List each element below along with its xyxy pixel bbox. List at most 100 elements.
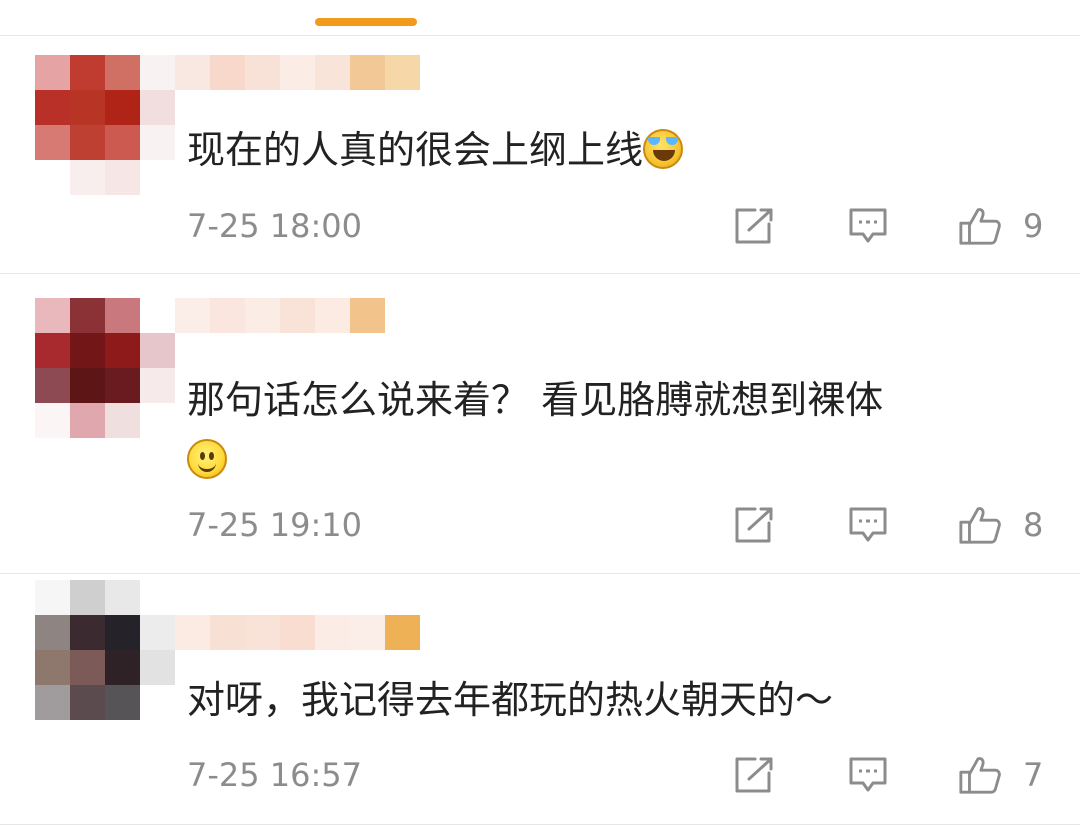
username-pixel: [210, 298, 245, 333]
avatar-pixel: [140, 650, 175, 685]
avatar-pixel: [35, 125, 70, 160]
username-pixel: [175, 55, 210, 90]
like-count: 7: [1023, 756, 1044, 794]
comment-text: 现在的人真的很会上纲上线: [187, 120, 1047, 180]
username-pixel: [245, 615, 280, 650]
avatar-pixel: [140, 125, 175, 160]
comment-text: 那句话怎么说来着？ 看见胳膊就想到裸体: [187, 370, 1047, 490]
avatar-pixel: [70, 368, 105, 403]
avatar-pixel: [70, 650, 105, 685]
avatar-pixel: [105, 615, 140, 650]
avatar-pixel: [70, 160, 105, 195]
avatar-pixel: [35, 403, 70, 438]
avatar-pixel: [105, 685, 140, 720]
orange-indicator: [315, 18, 417, 26]
username-pixel: [315, 615, 350, 650]
username-pixel: [350, 55, 385, 90]
avatar-pixel: [140, 403, 175, 438]
comment-icon[interactable]: [846, 505, 890, 545]
thumbs-up-icon[interactable]: [958, 505, 1002, 545]
avatar-pixel: [140, 298, 175, 333]
username-pixel: [385, 615, 420, 650]
avatar-pixel: [35, 298, 70, 333]
avatar-pixel: [70, 615, 105, 650]
avatar-pixel: [35, 368, 70, 403]
avatar-pixel: [35, 333, 70, 368]
avatar[interactable]: [35, 580, 175, 720]
comment-body: 现在的人真的很会上纲上线: [187, 128, 644, 172]
comment-icon[interactable]: [846, 206, 890, 246]
divider: [0, 273, 1080, 274]
avatar-pixel: [35, 650, 70, 685]
avatar-pixel: [105, 650, 140, 685]
comment-body: 那句话怎么说来着？ 看见胳膊就想到裸体: [187, 378, 884, 422]
comment-text: 对呀，我记得去年都玩的热火朝天的～: [187, 670, 1047, 730]
avatar-pixel: [105, 368, 140, 403]
username-pixel: [175, 615, 210, 650]
avatar-pixel: [105, 160, 140, 195]
avatar-pixel: [105, 403, 140, 438]
avatar-pixel: [140, 580, 175, 615]
comment-meta: 7-25 18:00 9: [187, 206, 1047, 246]
like-count: 9: [1023, 207, 1044, 245]
like-count: 8: [1023, 506, 1044, 544]
avatar-pixel: [70, 125, 105, 160]
username-pixel: [385, 55, 420, 90]
username-pixel: [280, 615, 315, 650]
username-pixel: [315, 55, 350, 90]
username-pixel: [245, 55, 280, 90]
divider: [0, 824, 1080, 825]
avatar-pixel: [35, 580, 70, 615]
thumbs-up-icon[interactable]: [958, 206, 1002, 246]
username-pixel: [280, 298, 315, 333]
avatar-pixel: [70, 685, 105, 720]
username-pixel: [210, 615, 245, 650]
avatar-pixel: [35, 615, 70, 650]
comment-meta: 7-25 19:10 8: [187, 505, 1047, 545]
share-icon[interactable]: [732, 755, 776, 795]
avatar-pixel: [140, 55, 175, 90]
avatar-pixel: [105, 125, 140, 160]
laughing-tears-emoji: [643, 129, 684, 169]
username-pixel: [210, 55, 245, 90]
avatar-pixel: [70, 403, 105, 438]
username-blurred[interactable]: [175, 55, 420, 90]
username-pixel: [350, 298, 385, 333]
smile-emoji: [187, 439, 227, 479]
username-blurred[interactable]: [175, 615, 420, 650]
avatar-pixel: [35, 160, 70, 195]
avatar-pixel: [35, 685, 70, 720]
avatar-pixel: [70, 333, 105, 368]
username-pixel: [350, 615, 385, 650]
comment-icon[interactable]: [846, 755, 890, 795]
share-icon[interactable]: [732, 206, 776, 246]
avatar-pixel: [70, 580, 105, 615]
username-blurred[interactable]: [175, 298, 385, 333]
avatar-pixel: [35, 55, 70, 90]
avatar-pixel: [140, 685, 175, 720]
share-icon[interactable]: [732, 505, 776, 545]
avatar-pixel: [140, 160, 175, 195]
timestamp: 7-25 16:57: [187, 756, 363, 794]
timestamp: 7-25 18:00: [187, 207, 363, 245]
comment-body: 对呀，我记得去年都玩的热火朝天的～: [187, 678, 834, 722]
divider: [0, 35, 1080, 36]
avatar-pixel: [105, 55, 140, 90]
avatar-pixel: [70, 90, 105, 125]
avatar-pixel: [140, 333, 175, 368]
divider: [0, 573, 1080, 574]
avatar-pixel: [105, 333, 140, 368]
avatar-pixel: [105, 90, 140, 125]
comment-meta: 7-25 16:57 7: [187, 755, 1047, 795]
thumbs-up-icon[interactable]: [958, 755, 1002, 795]
avatar-pixel: [140, 90, 175, 125]
avatar[interactable]: [35, 298, 175, 438]
avatar-pixel: [70, 55, 105, 90]
username-pixel: [280, 55, 315, 90]
avatar[interactable]: [35, 55, 175, 195]
avatar-pixel: [105, 580, 140, 615]
avatar-pixel: [105, 298, 140, 333]
avatar-pixel: [140, 615, 175, 650]
avatar-pixel: [35, 90, 70, 125]
username-pixel: [175, 298, 210, 333]
